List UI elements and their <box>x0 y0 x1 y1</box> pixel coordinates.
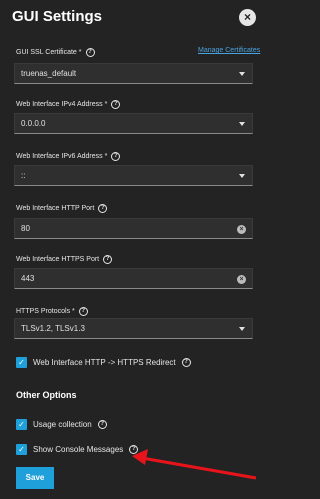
arrow-shaft <box>141 456 257 480</box>
arrow-head <box>132 449 148 465</box>
save-button[interactable]: Save <box>16 467 54 489</box>
annotation-arrow <box>132 449 257 480</box>
